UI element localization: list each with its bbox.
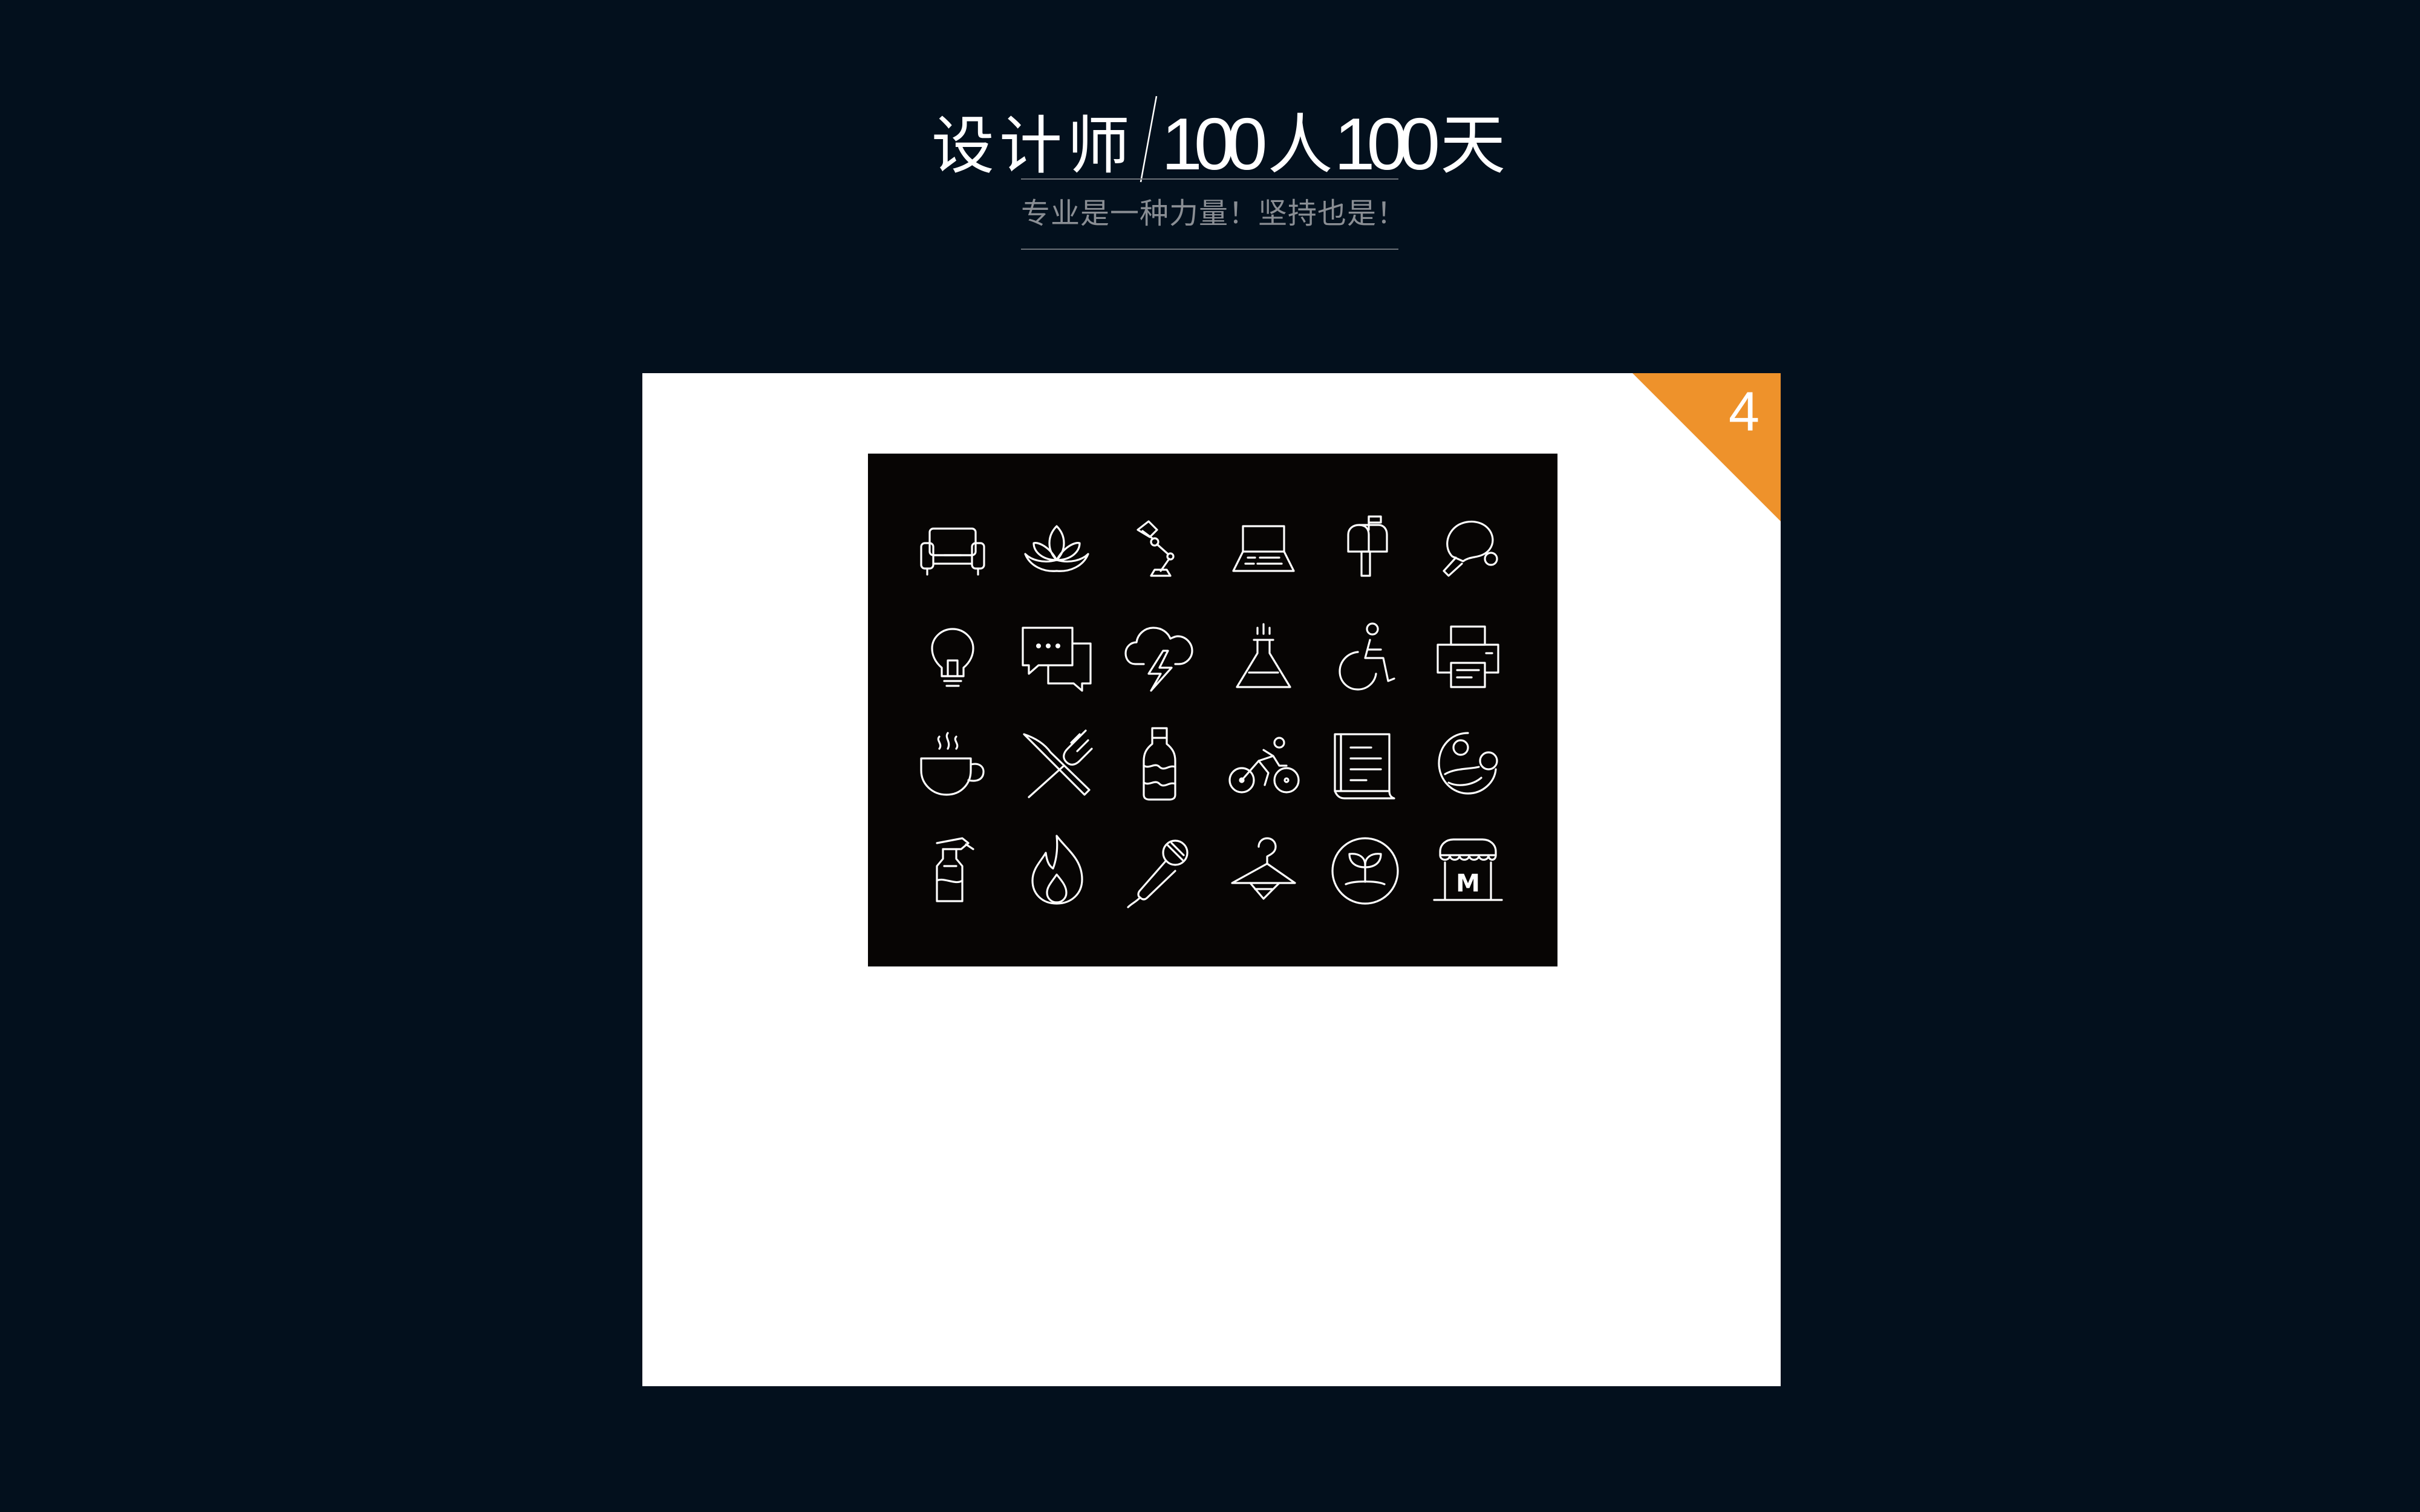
chat-bubbles-icon [1014, 616, 1099, 700]
thunderstorm-icon [1117, 616, 1202, 700]
page-title: 设计师 100 人 100 天 [931, 88, 1505, 185]
sofa-icon [910, 508, 995, 593]
clothes-hanger-icon [1221, 829, 1306, 913]
cyclist-icon [1221, 722, 1306, 807]
title-number-100-days: 100 [1334, 103, 1441, 185]
title-slash-icon [1140, 94, 1158, 184]
title-day: 天 [1440, 108, 1506, 183]
title-number-100: 100 [1161, 103, 1268, 185]
fire-icon [1014, 829, 1099, 913]
mailbox-icon [1323, 508, 1407, 593]
coffee-cup-icon [910, 722, 995, 807]
store-icon: M [1426, 829, 1510, 913]
spray-bottle-icon [910, 829, 995, 913]
badge-number: 4 [1728, 381, 1760, 443]
page: 设计师 100 人 100 天 专业是一种力量！坚持也是！ 4 M [0, 0, 2420, 1512]
document-icon [1323, 722, 1407, 807]
fork-knife-icon [1014, 722, 1099, 807]
content-card: 4 M [642, 373, 1781, 1386]
lotus-icon [1014, 508, 1099, 593]
lab-flask-icon [1221, 616, 1306, 700]
laptop-icon [1221, 508, 1306, 593]
microphone-icon [1117, 829, 1202, 913]
mother-baby-icon [1426, 722, 1510, 807]
water-bottle-icon [1117, 722, 1202, 807]
subtitle: 专业是一种力量！坚持也是！ [1021, 197, 1407, 230]
subtitle-top-divider [1021, 178, 1398, 180]
printer-icon [1426, 616, 1510, 700]
wheelchair-icon [1323, 616, 1407, 700]
desk-lamp-icon [1117, 508, 1202, 593]
title-designer: 设计师 [931, 109, 1135, 183]
icon-sheet: M [868, 454, 1557, 966]
title-person: 人 [1267, 108, 1333, 183]
lightbulb-icon [910, 616, 995, 700]
subtitle-bottom-divider [1021, 249, 1398, 250]
sprout-icon [1323, 829, 1407, 913]
subtitle-block: 专业是一种力量！坚持也是！ [1021, 178, 1407, 251]
ping-pong-icon [1426, 508, 1510, 593]
store-letter: M [1456, 870, 1480, 898]
